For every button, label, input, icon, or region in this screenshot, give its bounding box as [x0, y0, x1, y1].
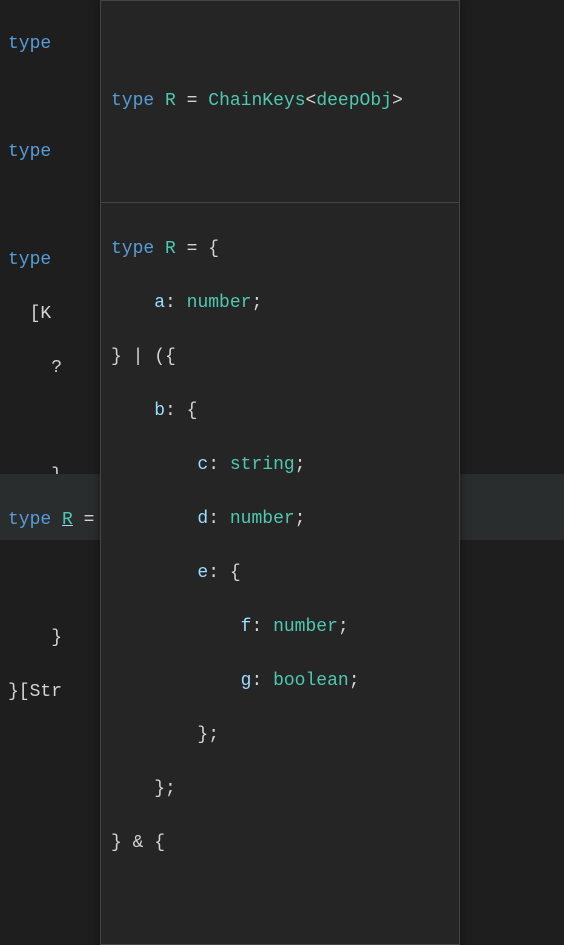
tooltip-line: };	[111, 776, 449, 803]
type-name: R	[165, 91, 176, 111]
tooltip-line: c: string;	[111, 452, 449, 479]
type-ref: ChainKeys	[208, 91, 305, 111]
keyword-type: type	[8, 34, 51, 54]
tooltip-line: };	[111, 722, 449, 749]
tooltip-line: type R = {	[111, 236, 449, 263]
tooltip-line: a: number;	[111, 290, 449, 317]
hovered-type-name[interactable]: R	[62, 510, 73, 530]
tooltip-line: b: {	[111, 398, 449, 425]
tooltip-line: } & {	[111, 830, 449, 857]
keyword-type: type	[8, 142, 51, 162]
hover-tooltip: type R = ChainKeys<deepObj> type R = { a…	[100, 0, 460, 945]
tooltip-line: g: boolean;	[111, 668, 449, 695]
type-arg: deepObj	[316, 91, 392, 111]
tooltip-header: type R = ChainKeys<deepObj>	[101, 55, 459, 148]
tooltip-line: e: {	[111, 560, 449, 587]
tooltip-line: d: number;	[111, 506, 449, 533]
tooltip-line: f: number;	[111, 614, 449, 641]
keyword-type: type	[8, 250, 51, 270]
tooltip-body: type R = { a: number; } | ({ b: { c: str…	[101, 202, 459, 917]
keyword-type: type	[8, 510, 51, 530]
keyword-type: type	[111, 91, 154, 111]
tooltip-line: } | ({	[111, 344, 449, 371]
